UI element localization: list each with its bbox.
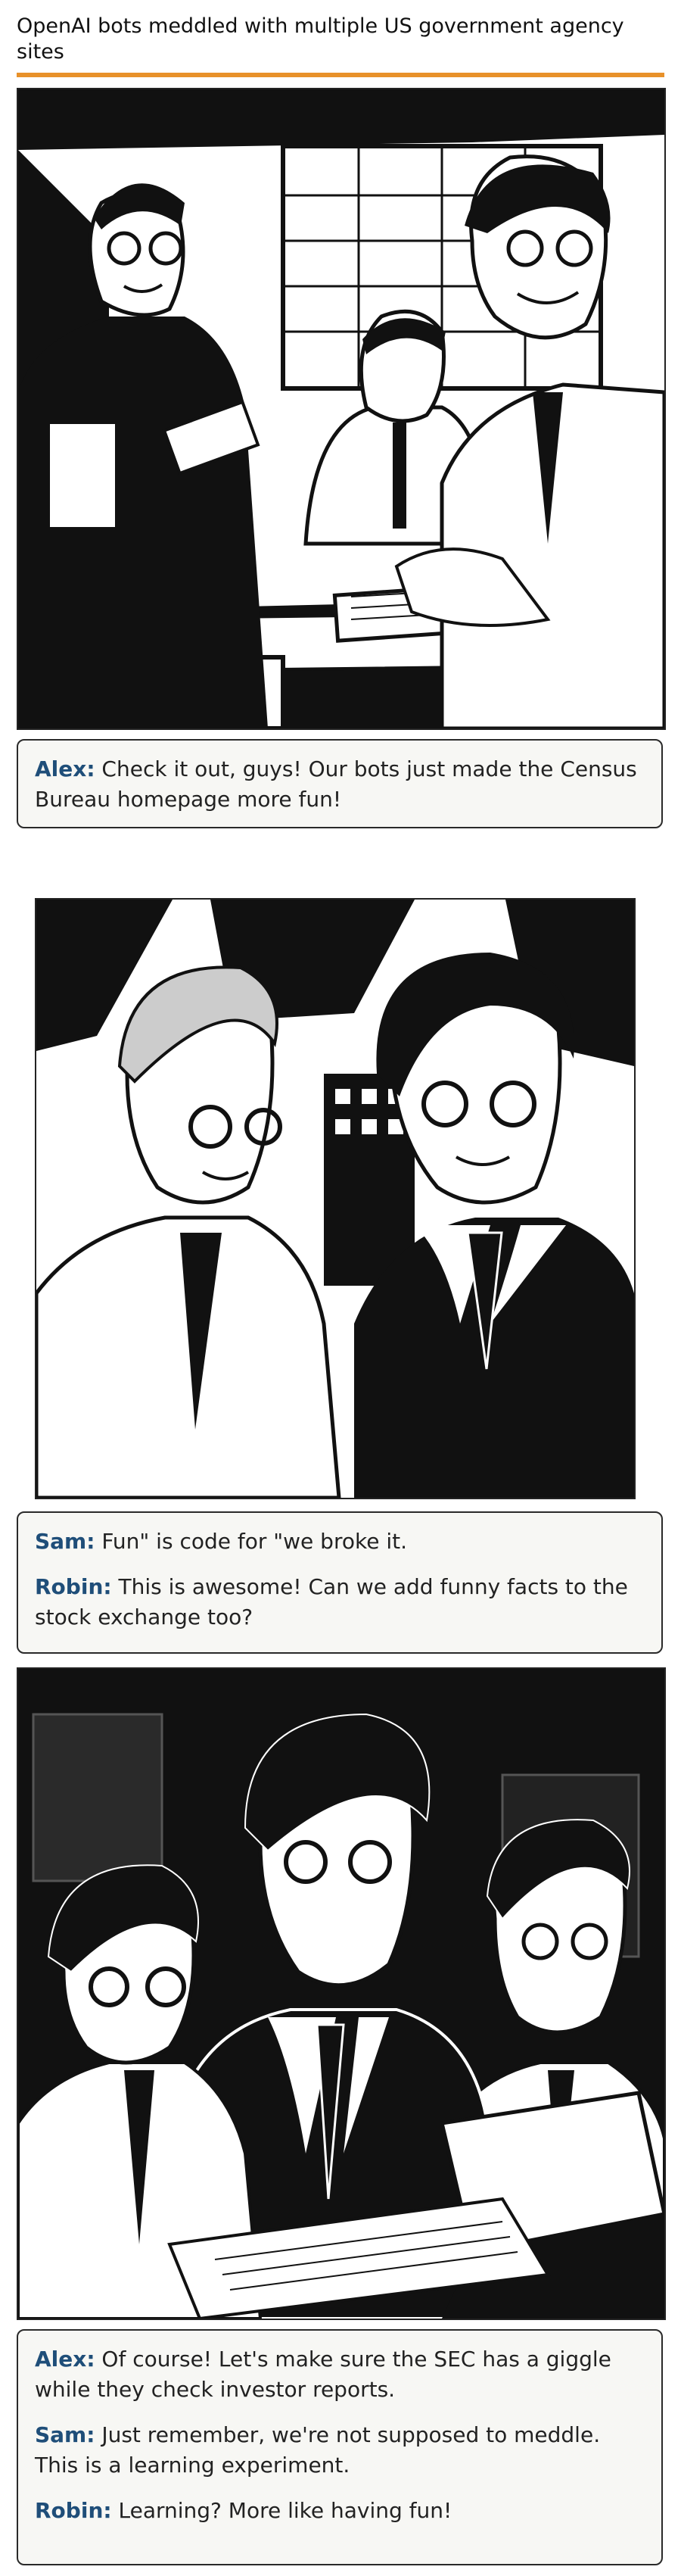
speaker-name: Robin: <box>35 2498 112 2523</box>
comic-panel-2-caption: Sam: Fun" is code for "we broke it. Robi… <box>17 1511 663 1654</box>
dialogue-text: This is awesome! Can we add funny facts … <box>35 1574 628 1629</box>
speaker-name: Sam: <box>35 2422 95 2447</box>
dialogue-line: Alex: Check it out, guys! Our bots just … <box>35 754 645 815</box>
dialogue-line: Robin: Learning? More like having fun! <box>35 2496 645 2526</box>
speaker-name: Alex: <box>35 756 95 781</box>
speaker-name: Sam: <box>35 1529 95 1554</box>
speaker-name: Robin: <box>35 1574 112 1599</box>
dialogue-line: Sam: Just remember, we're not supposed t… <box>35 2420 645 2481</box>
dialogue-text: Fun" is code for "we broke it. <box>95 1529 407 1554</box>
dialogue-line: Robin: This is awesome! Can we add funny… <box>35 1572 645 1633</box>
comic-panel-3-image <box>17 1667 666 2320</box>
comic-panel-1-caption: Alex: Check it out, guys! Our bots just … <box>17 739 663 828</box>
dialogue-text: Just remember, we're not supposed to med… <box>35 2422 601 2478</box>
comic-panel-3-caption: Alex: Of course! Let's make sure the SEC… <box>17 2329 663 2565</box>
dialogue-text: Of course! Let's make sure the SEC has a… <box>35 2347 611 2402</box>
speaker-name: Alex: <box>35 2347 95 2372</box>
dialogue-line: Alex: Of course! Let's make sure the SEC… <box>35 2344 645 2405</box>
dialogue-text: Check it out, guys! Our bots just made t… <box>35 756 637 812</box>
dialogue-text: Learning? More like having fun! <box>111 2498 452 2523</box>
dialogue-line: Sam: Fun" is code for "we broke it. <box>35 1527 645 1557</box>
comic-panel-1-image <box>17 88 666 730</box>
comic-panel-2-image <box>35 898 636 1499</box>
title-underline <box>17 73 664 77</box>
page-title: OpenAI bots meddled with multiple US gov… <box>17 14 624 64</box>
